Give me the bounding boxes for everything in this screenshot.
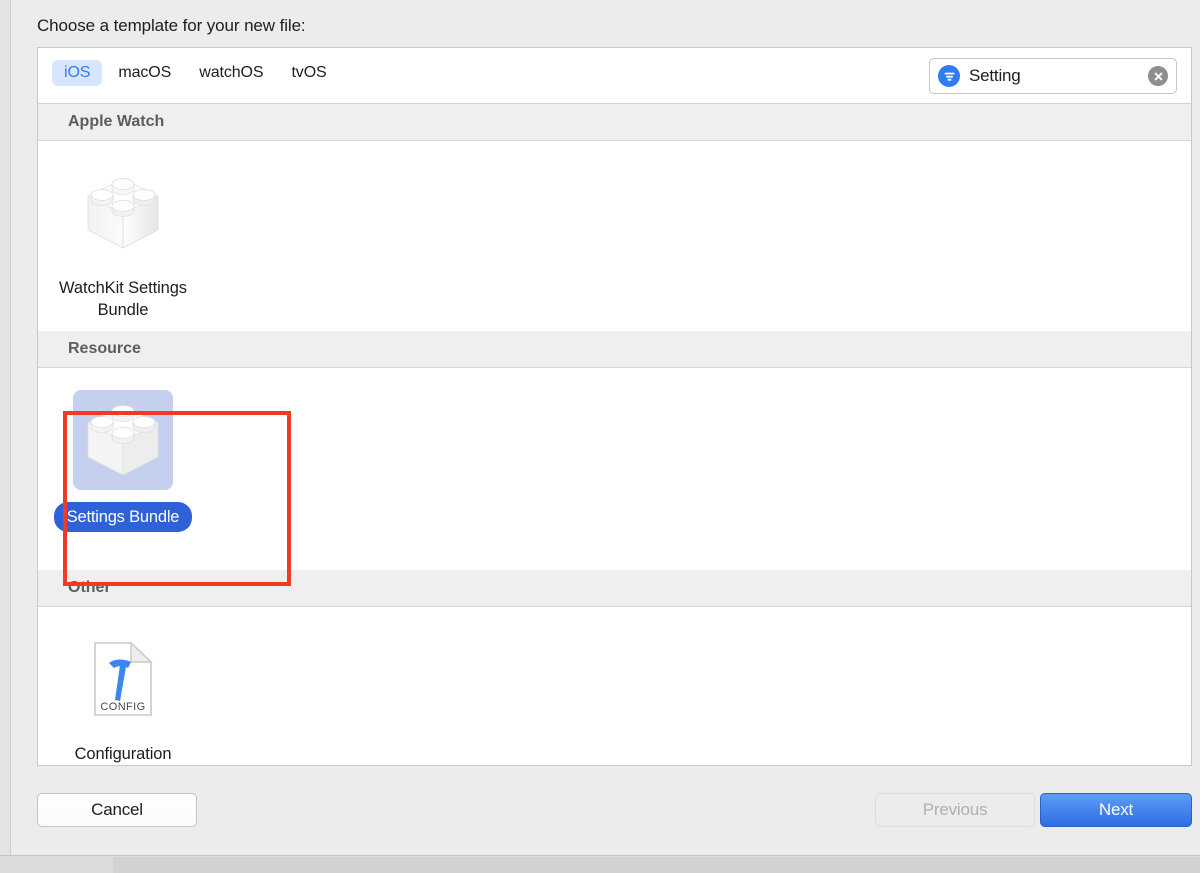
bundle-icon <box>87 405 159 476</box>
section-other: Other CONFIG Configuration <box>38 570 1191 765</box>
template-icon <box>73 390 173 490</box>
template-icon <box>73 163 173 263</box>
bundle-icon <box>87 178 159 249</box>
search-field[interactable]: Setting <box>929 58 1177 94</box>
template-icon: CONFIG <box>73 629 173 729</box>
template-item-watchkit-settings-bundle[interactable]: WatchKit Settings Bundle <box>38 155 208 331</box>
section-apple-watch: Apple Watch WatchKit Settings Bundle <box>38 104 1191 331</box>
section-header: Resource <box>38 331 1191 368</box>
section-header: Apple Watch <box>38 104 1191 141</box>
tab-watchos[interactable]: watchOS <box>187 60 275 86</box>
tab-macos[interactable]: macOS <box>106 60 183 86</box>
parent-window-divider <box>0 855 1200 856</box>
cancel-button[interactable]: Cancel <box>37 793 197 827</box>
template-item-label: WatchKit Settings Bundle <box>59 279 187 320</box>
platform-tabs: iOS macOS watchOS tvOS <box>52 60 339 86</box>
tab-tvos[interactable]: tvOS <box>279 60 338 86</box>
template-list[interactable]: Apple Watch WatchKit Settings Bundle Res… <box>38 104 1191 765</box>
section-header-label: Other <box>68 579 111 596</box>
next-button[interactable]: Next <box>1040 793 1192 827</box>
page-title: Choose a template for your new file: <box>37 16 306 35</box>
section-items: Settings Bundle <box>38 368 1191 570</box>
section-resource: Resource Settings Bundle <box>38 331 1191 570</box>
platform-toolbar: iOS macOS watchOS tvOS Setting <box>38 48 1191 104</box>
template-browser: iOS macOS watchOS tvOS Setting Apple Wat… <box>37 47 1192 766</box>
tab-ios[interactable]: iOS <box>52 60 103 86</box>
clear-icon[interactable] <box>1148 66 1168 86</box>
screen: Choose a template for your new file: iOS… <box>0 0 1200 873</box>
section-items: WatchKit Settings Bundle <box>38 141 1191 331</box>
section-items: CONFIG Configuration Settings File <box>38 607 1191 765</box>
search-input[interactable]: Setting <box>969 66 1148 86</box>
section-header-label: Apple Watch <box>68 113 165 130</box>
parent-window-bottom-inner <box>113 857 1200 873</box>
new-file-template-sheet: Choose a template for your new file: iOS… <box>11 0 1200 855</box>
config-file-icon: CONFIG <box>94 641 153 716</box>
template-item-label: Configuration Settings File <box>74 745 172 763</box>
filter-icon <box>938 65 960 87</box>
section-header-label: Resource <box>68 340 141 357</box>
svg-text:CONFIG: CONFIG <box>100 701 145 713</box>
template-item-label: Settings Bundle <box>53 502 193 533</box>
previous-button[interactable]: Previous <box>875 793 1035 827</box>
section-header: Other <box>38 570 1191 607</box>
template-item-configuration-settings-file[interactable]: CONFIG Configuration Settings File <box>38 621 208 765</box>
template-item-settings-bundle[interactable]: Settings Bundle <box>38 382 208 570</box>
